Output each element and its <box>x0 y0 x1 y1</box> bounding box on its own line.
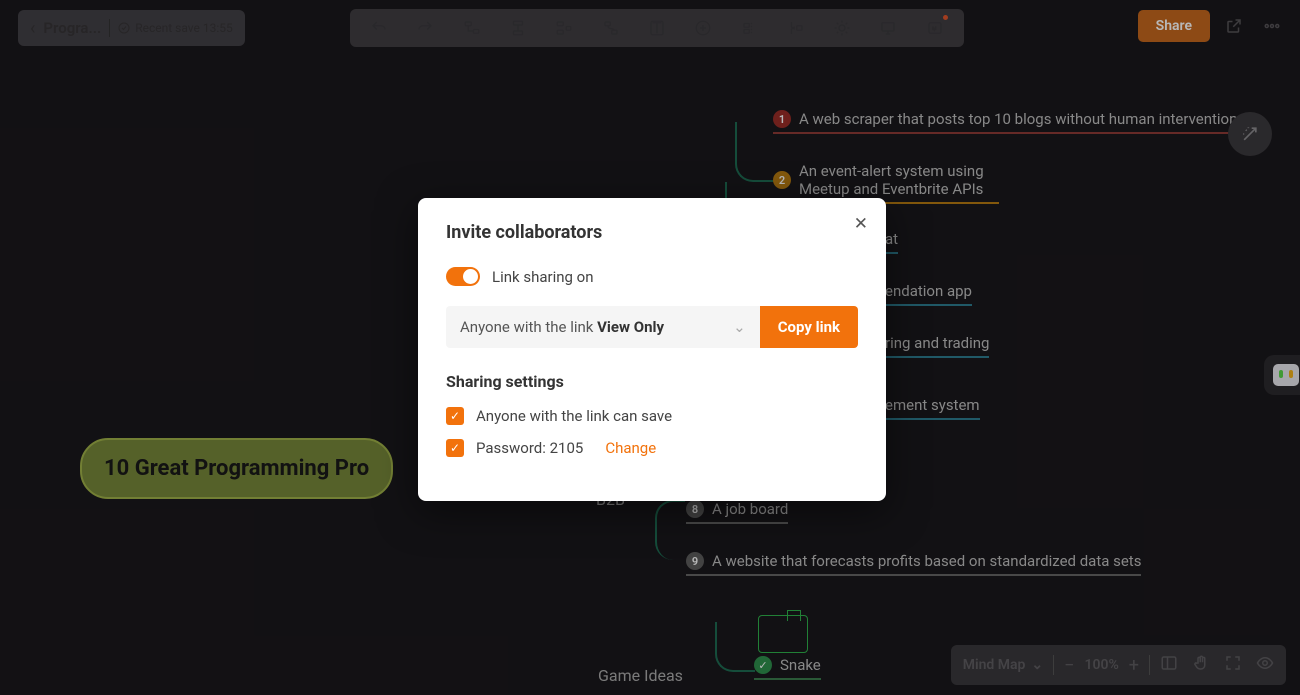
close-button[interactable]: ✕ <box>854 214 868 234</box>
permission-prefix: Anyone with the link <box>460 318 597 336</box>
copy-link-button[interactable]: Copy link <box>760 306 858 348</box>
invite-collaborators-modal: ✕ Invite collaborators Link sharing on A… <box>418 198 886 501</box>
password-option-label: Password: 2105 <box>476 439 583 457</box>
password-checkbox[interactable]: ✓ <box>446 439 464 457</box>
sharing-settings-title: Sharing settings <box>446 372 858 391</box>
modal-title: Invite collaborators <box>446 222 858 243</box>
chevron-down-icon: ⌄ <box>733 318 746 336</box>
save-option-label: Anyone with the link can save <box>476 407 672 425</box>
permission-text: Anyone with the link View Only <box>460 318 664 336</box>
permission-select[interactable]: Anyone with the link View Only ⌄ <box>446 306 760 348</box>
change-password-link[interactable]: Change <box>605 439 656 457</box>
link-sharing-toggle[interactable] <box>446 267 480 286</box>
save-checkbox[interactable]: ✓ <box>446 407 464 425</box>
toggle-label: Link sharing on <box>492 268 594 286</box>
permission-mode: View Only <box>597 318 664 336</box>
